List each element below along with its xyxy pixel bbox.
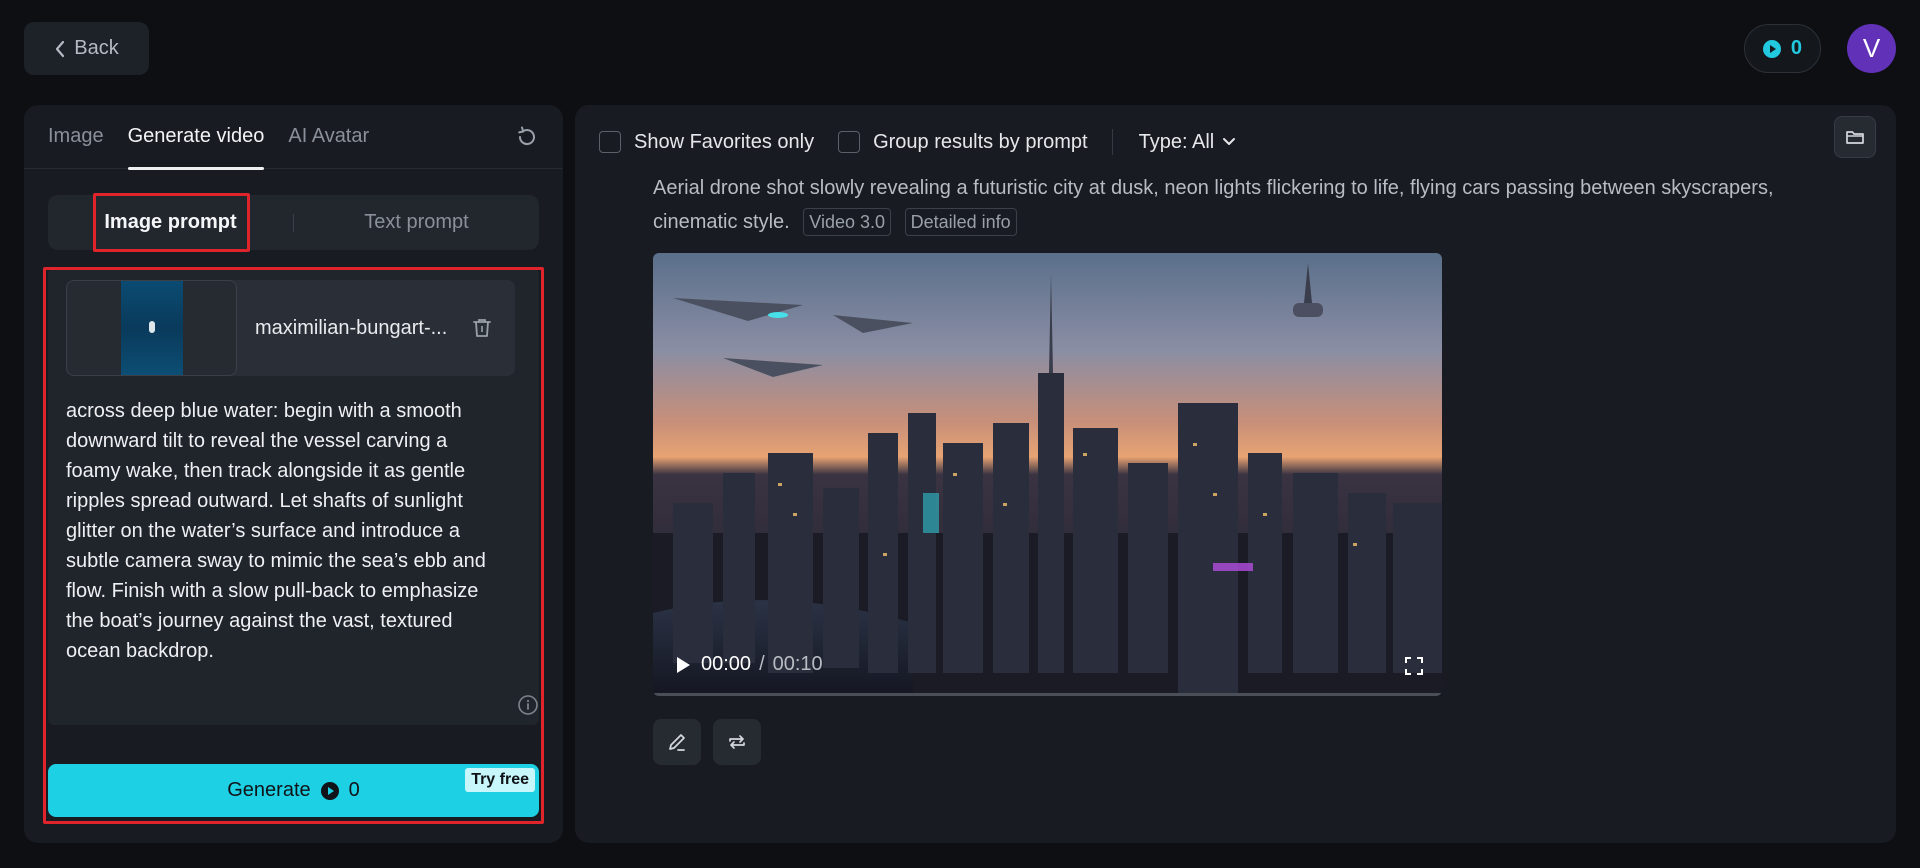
try-free-badge: Try free: [465, 768, 535, 792]
results-toolbar: Show Favorites only Group results by pro…: [599, 125, 1236, 159]
type-dropdown[interactable]: Type: All: [1139, 131, 1237, 154]
account-area: 0 V: [1743, 24, 1896, 73]
tab-ai-avatar[interactable]: AI Avatar: [288, 105, 369, 169]
current-time: 00:00: [701, 653, 752, 675]
chevron-down-icon: [1223, 138, 1236, 145]
image-thumbnail[interactable]: [66, 280, 237, 376]
mode-tabs: Image Generate video AI Avatar: [24, 105, 563, 170]
info-icon[interactable]: [517, 694, 539, 716]
result-description: Aerial drone shot slowly revealing a fut…: [653, 171, 1853, 239]
group-by-prompt-filter[interactable]: Group results by prompt: [838, 131, 1088, 154]
model-badge: Video 3.0: [803, 208, 892, 236]
prompt-mode-toggle: Image prompt Text prompt: [48, 195, 539, 250]
generate-label: Generate: [227, 779, 311, 801]
trash-icon[interactable]: [471, 317, 493, 339]
generate-button[interactable]: Generate 0 Try free: [48, 764, 539, 817]
toolbar-divider: [1111, 129, 1113, 155]
video-progress-bar[interactable]: [653, 693, 1442, 696]
duration: 00:10: [772, 653, 823, 675]
video-controls: 00:00 / 00:10: [673, 653, 823, 676]
detailed-info-badge[interactable]: Detailed info: [904, 208, 1017, 236]
repeat-icon: [729, 735, 745, 749]
folder-button[interactable]: [1834, 116, 1876, 158]
image-prompt-option[interactable]: Image prompt: [48, 211, 293, 234]
left-panel: Image Generate video AI Avatar Image pro…: [24, 105, 563, 843]
avatar[interactable]: V: [1847, 24, 1896, 73]
favorites-filter[interactable]: Show Favorites only: [599, 131, 814, 154]
video-frame-city: [653, 263, 1442, 696]
result-actions: [653, 719, 761, 765]
folder-icon: [1846, 131, 1864, 144]
generate-cost: 0: [348, 779, 360, 801]
prompt-textarea[interactable]: across deep blue water: begin with a smo…: [66, 396, 506, 676]
prompt-area: maximilian-bungart-... across deep blue …: [48, 268, 539, 725]
chevron-left-icon: [56, 40, 65, 57]
text-prompt-option[interactable]: Text prompt: [294, 211, 539, 234]
tab-generate-video[interactable]: Generate video: [127, 105, 264, 170]
fullscreen-icon[interactable]: [1404, 656, 1424, 676]
credits-count: 0: [1790, 37, 1802, 59]
favorites-checkbox[interactable]: [599, 131, 621, 153]
boat-thumbnail-image: [120, 281, 183, 375]
credits-pill[interactable]: 0: [1743, 24, 1821, 73]
reset-icon[interactable]: [515, 125, 539, 149]
uploaded-image-card: maximilian-bungart-...: [66, 280, 515, 376]
favorites-label: Show Favorites only: [634, 130, 815, 153]
results-panel: Show Favorites only Group results by pro…: [575, 105, 1896, 843]
back-label: Back: [74, 37, 119, 59]
group-label: Group results by prompt: [873, 130, 1088, 153]
regenerate-button[interactable]: [713, 719, 761, 765]
edit-button[interactable]: [653, 719, 701, 765]
tab-image[interactable]: Image: [48, 105, 104, 169]
time-separator: /: [759, 653, 765, 675]
credit-icon: [1762, 39, 1781, 58]
play-icon[interactable]: [673, 655, 693, 675]
credit-icon: [320, 781, 339, 800]
type-label: Type: All: [1138, 130, 1215, 153]
back-button[interactable]: Back: [24, 22, 149, 75]
file-name: maximilian-bungart-...: [255, 316, 448, 339]
group-checkbox[interactable]: [838, 131, 861, 153]
video-player[interactable]: 00:00 / 00:10: [653, 253, 1442, 696]
pencil-icon: [669, 734, 685, 751]
